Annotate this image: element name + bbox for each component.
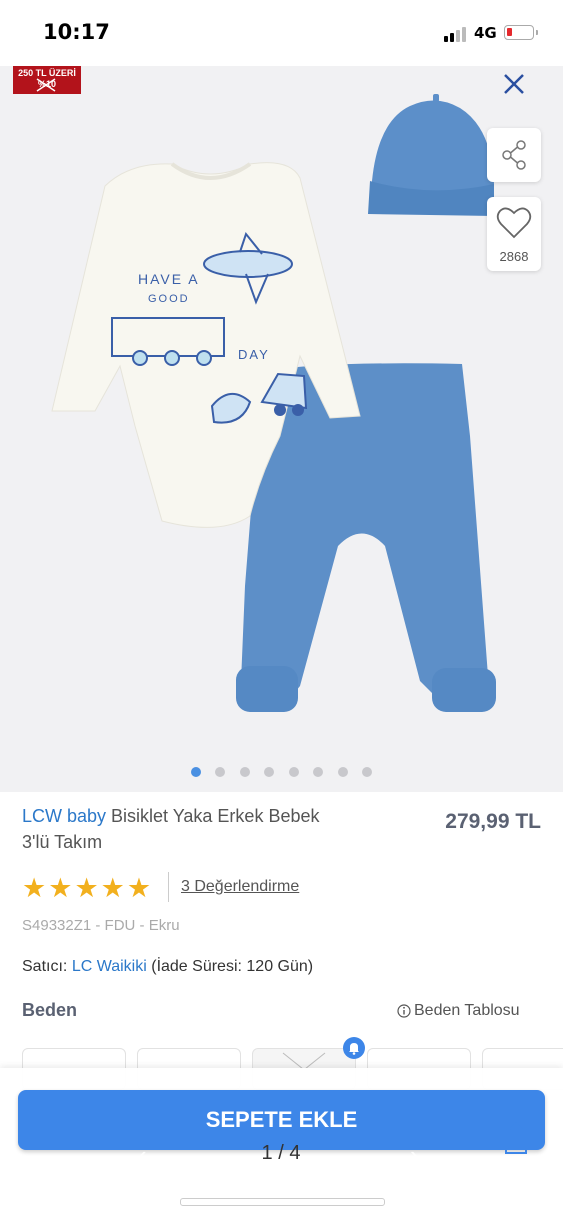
bottom-action-bar: SEPETE EKLE ‹ 1 / 4 › [0, 1068, 563, 1218]
seller-info: Satıcı: LC Waikiki (İade Süresi: 120 Gün… [22, 958, 313, 976]
battery-icon [504, 25, 538, 40]
rating-stars: ★ ★ ★ ★ ★ [22, 873, 151, 903]
brand-link[interactable]: LCW baby [22, 806, 106, 826]
size-table-label: Beden Tablosu [414, 1002, 520, 1019]
product-price: 279,99 TL [445, 810, 541, 833]
stock-alert-button[interactable] [343, 1037, 365, 1059]
print-text-2: GOOD [148, 293, 190, 305]
favorite-count: 2868 [499, 249, 529, 264]
status-time: 10:17 [43, 20, 110, 44]
gallery-dots [0, 767, 563, 781]
seller-link[interactable]: LC Waikiki [72, 958, 147, 975]
pager-count: 1 / 4 [261, 1142, 301, 1164]
size-heading: Beden [22, 1000, 78, 1020]
star-icon: ★ [100, 873, 125, 903]
status-bar: 10:17 4G [0, 0, 563, 66]
gallery-dot[interactable] [190, 767, 201, 777]
return-info: (İade Süresi: 120 Gün) [151, 958, 314, 975]
share-button[interactable] [487, 128, 541, 182]
share-icon [502, 140, 526, 170]
gallery-dot[interactable] [239, 767, 250, 777]
heart-icon [496, 207, 532, 239]
chevron-left-icon[interactable]: ‹ [138, 1140, 147, 1171]
gallery-dot[interactable] [264, 767, 275, 777]
promo-badge: 250 TL ÜZERİ %10 [13, 66, 81, 94]
info-icon [397, 1004, 411, 1018]
network-type: 4G [474, 24, 497, 42]
seller-label: Satıcı: [22, 958, 68, 975]
product-sku: S49332Z1 - FDU - Ekru [22, 917, 180, 934]
product-image: HAVE A GOOD DAY [51, 94, 496, 712]
print-text-3: DAY [238, 347, 270, 362]
reviews-link[interactable]: 3 Değerlendirme [181, 878, 299, 896]
gallery-dot[interactable] [313, 767, 324, 777]
rating-divider [168, 872, 169, 902]
signal-icon [444, 26, 468, 42]
gallery-dot[interactable] [215, 767, 226, 777]
gallery-dot[interactable] [337, 767, 348, 777]
image-pager: ‹ 1 / 4 › [0, 1140, 563, 1170]
chevron-right-icon[interactable]: › [410, 1140, 419, 1171]
star-icon: ★ [22, 873, 47, 903]
favorite-button[interactable]: 2868 [487, 197, 541, 271]
star-icon: ★ [74, 873, 99, 903]
size-table-link[interactable]: Beden Tablosu [397, 1002, 520, 1020]
bell-icon [349, 1043, 359, 1055]
star-icon: ★ [48, 873, 73, 903]
gallery-dot[interactable] [288, 767, 299, 777]
home-indicator [180, 1198, 385, 1206]
strike-icon [36, 78, 56, 92]
product-image-gallery[interactable]: HAVE A GOOD DAY 250 TL ÜZERİ %10 2 [0, 66, 563, 792]
product-title: LCW baby Bisiklet Yaka Erkek Bebek 3'lü … [22, 803, 322, 855]
gallery-dot[interactable] [362, 767, 373, 777]
close-icon[interactable] [500, 70, 528, 98]
print-text-1: HAVE A [138, 271, 200, 287]
star-icon: ★ [126, 873, 152, 903]
share-sheet-icon[interactable] [500, 1120, 532, 1156]
